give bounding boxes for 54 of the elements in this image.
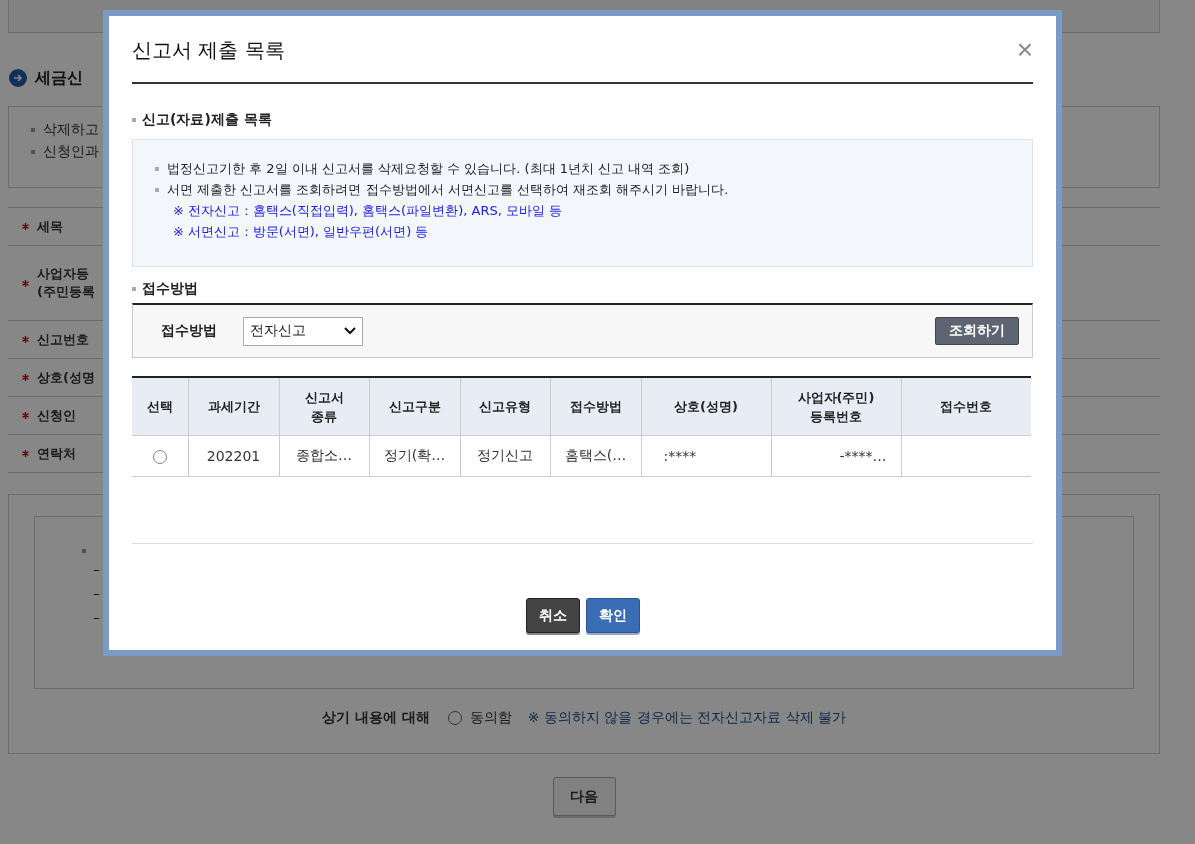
- info-text: 서면 제출한 신고서를 조회하려면 접수방법에서 서면신고를 선택하여 재조회 해주시기 바랍니다.: [167, 181, 729, 199]
- table-cell: 종합소…: [279, 435, 369, 477]
- filter-label: 접수방법: [161, 322, 218, 340]
- section-heading: 신고(자료)제출 목록: [142, 111, 272, 129]
- agree-radio[interactable]: [447, 711, 462, 725]
- method-select[interactable]: 전자신고: [243, 316, 363, 346]
- next-button[interactable]: 다음: [552, 777, 616, 816]
- cancel-button[interactable]: 취소: [525, 598, 580, 633]
- table-cell: :****: [641, 435, 771, 477]
- search-button[interactable]: 조회하기: [935, 317, 1019, 345]
- info-note: ※ 전자신고 : 홈택스(직접입력), 홈택스(파일변환), ARS, 모바일 등: [172, 202, 564, 220]
- field-label: 신고번호: [37, 330, 89, 349]
- table-cell: 정기신고: [460, 435, 550, 477]
- column-header: 신고구분: [369, 377, 460, 436]
- table-cell: -****…: [771, 435, 901, 477]
- column-header: 접수방법: [550, 377, 641, 436]
- agreement-note: ※ 동의하지 않을 경우에는 전자신고자료 삭제 불가: [527, 709, 847, 727]
- field-label: 사업자등 (주민등록: [37, 265, 95, 301]
- field-label: 연락처: [37, 444, 76, 463]
- dialog-title: 신고서 제출 목록: [132, 36, 285, 64]
- column-header: 신고유형: [460, 377, 550, 436]
- section-heading: 접수방법: [142, 280, 198, 298]
- asterisk-icon: [22, 223, 29, 230]
- field-label: 세목: [37, 217, 63, 236]
- agree-option[interactable]: 동의함: [469, 709, 512, 727]
- column-header: 사업자(주민) 등록번호: [771, 377, 901, 436]
- table-cell: 홈택스(…: [550, 435, 641, 477]
- field-label: 상호(성명: [37, 368, 95, 387]
- asterisk-icon: [22, 450, 29, 457]
- asterisk-icon: [22, 279, 29, 287]
- confirm-button[interactable]: 확인: [585, 598, 640, 633]
- table-cell: 202201: [188, 435, 279, 477]
- column-header: 접수번호: [901, 377, 1031, 436]
- dash-text: –: [92, 609, 100, 625]
- asterisk-icon: [22, 374, 29, 381]
- note-text: 신청인과: [43, 143, 99, 161]
- column-header: 선택: [132, 377, 188, 436]
- agreement-label: 상기 내용에 대해: [321, 709, 430, 727]
- column-header: 상호(성명): [641, 377, 771, 436]
- close-button[interactable]: ×: [1016, 36, 1033, 64]
- dash-text: –: [92, 561, 100, 577]
- asterisk-icon: [22, 412, 29, 419]
- column-header: 과세기간: [188, 377, 279, 436]
- chevron-down-icon: [344, 327, 356, 335]
- field-label: 신청인: [37, 406, 76, 425]
- arrow-circle-icon: [9, 69, 27, 87]
- table-cell: 정기(확…: [369, 435, 460, 477]
- dash-text: –: [92, 585, 100, 601]
- note-text: 삭제하고: [43, 121, 99, 139]
- info-text: 법정신고기한 후 2일 이내 신고서를 삭제요청할 수 있습니다. (최대 1년치 신고 내역 조회): [167, 160, 690, 178]
- asterisk-icon: [22, 336, 29, 343]
- info-note: ※ 서면신고 : 방문(서면), 일반우편(서면) 등: [172, 223, 430, 241]
- section-title: 세금신: [35, 67, 83, 89]
- column-header: 신고서 종류: [279, 377, 369, 436]
